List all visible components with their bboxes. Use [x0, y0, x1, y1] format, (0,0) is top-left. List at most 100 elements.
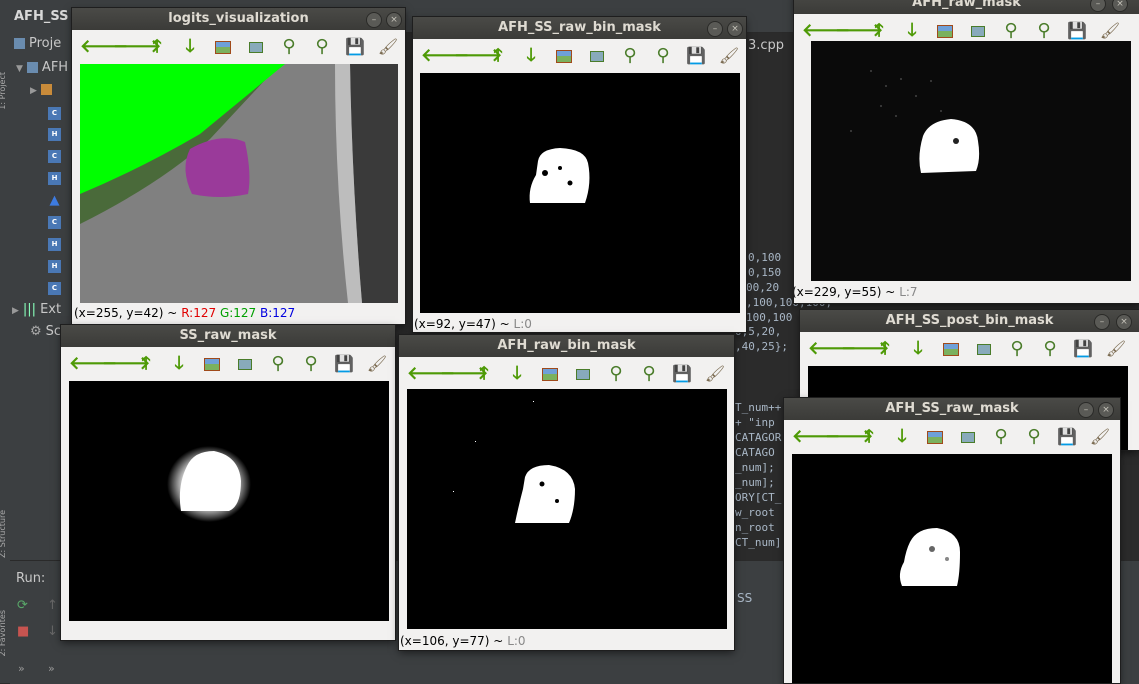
clear-icon[interactable]: 🖌 [377, 36, 399, 58]
cpp-file-icon[interactable]: C [48, 150, 61, 163]
zoom-out-icon[interactable]: ⚲ [1039, 338, 1061, 360]
zoom-in-icon[interactable]: ⚲ [990, 426, 1012, 448]
arrow-up-icon[interactable]: 🡑 [146, 36, 168, 58]
arrow-down-icon[interactable]: 🡓 [907, 338, 929, 360]
rerun-icon[interactable]: ⟳ [17, 598, 28, 613]
arrow-up-icon[interactable]: 🡑 [487, 45, 509, 67]
stop-icon[interactable]: ■ [17, 624, 29, 639]
arrow-right-icon[interactable]: 🡒 [835, 20, 883, 42]
zoom-out-icon[interactable]: ⚲ [1033, 20, 1055, 42]
arrow-right-icon[interactable]: 🡒 [454, 45, 502, 67]
save-icon[interactable]: 💾 [1066, 20, 1088, 42]
window-afh-raw-bin-mask[interactable]: AFH_raw_bin_mask 🡐 🡒 🡑 🡓 ⚲ ⚲ 💾 🖌 (x=106, y=77) … [399, 335, 734, 650]
zoom-image-icon[interactable] [249, 42, 263, 53]
arrow-right-icon[interactable]: 🡒 [102, 353, 150, 375]
save-icon[interactable]: 💾 [1056, 426, 1078, 448]
arrow-down-icon[interactable]: 🡓 [179, 36, 201, 58]
arrow-left-icon[interactable]: 🡐 [808, 338, 856, 360]
save-icon[interactable]: 💾 [344, 36, 366, 58]
image-icon[interactable] [943, 343, 959, 356]
arrow-right-icon[interactable]: 🡒 [440, 363, 488, 385]
close-button[interactable]: × [1116, 314, 1132, 330]
image-icon[interactable] [542, 368, 558, 381]
arrow-down-icon[interactable]: 🡓 [168, 353, 190, 375]
cpp-file-icon[interactable]: C [48, 107, 61, 120]
image-icon[interactable] [927, 431, 943, 444]
afh-ss-raw-mask-image[interactable] [792, 454, 1112, 683]
window-afh-ss-raw-bin-mask[interactable]: AFH_SS_raw_bin_mask – × 🡐 🡒 🡑 🡓 ⚲ ⚲ 💾 🖌 (x=92, … [413, 17, 746, 332]
window-logits-visualization[interactable]: logits_visualization – × 🡐 🡒 🡑 🡓 ⚲ ⚲ 💾 🖌 (x=255… [72, 8, 405, 324]
arrow-left-icon[interactable]: 🡐 [69, 353, 117, 375]
ss-raw-mask-image[interactable] [69, 381, 389, 621]
window-ss-raw-mask[interactable]: SS_raw_mask 🡐 🡒 🡑 🡓 ⚲ ⚲ 💾 🖌 [61, 325, 395, 640]
zoom-in-icon[interactable]: ⚲ [1006, 338, 1028, 360]
save-icon[interactable]: 💾 [685, 45, 707, 67]
zoom-out-icon[interactable]: ⚲ [300, 353, 322, 375]
image-icon[interactable] [556, 50, 572, 63]
zoom-in-icon[interactable]: ⚲ [278, 36, 300, 58]
afh-raw-bin-mask-image[interactable] [407, 389, 727, 629]
window-afh-raw-mask[interactable]: AFH_raw_mask – × 🡐 🡒 🡑 🡓 ⚲ ⚲ 💾 🖌 (x=229, y=55) … [794, 0, 1139, 303]
image-icon[interactable] [215, 41, 231, 54]
zoom-image-icon[interactable] [590, 51, 604, 62]
arrow-left-icon[interactable]: 🡐 [407, 363, 455, 385]
image-icon[interactable] [204, 358, 220, 371]
zoom-image-icon[interactable] [238, 359, 252, 370]
arrow-left-icon[interactable]: 🡐 [80, 36, 128, 58]
arrow-left-icon[interactable]: 🡐 [802, 20, 850, 42]
zoom-out-icon[interactable]: ⚲ [652, 45, 674, 67]
arrow-down-icon[interactable]: ↓ [47, 624, 58, 639]
scratches-row[interactable]: ⚙ Sc [30, 324, 61, 339]
cpp-file-icon[interactable]: C [48, 282, 61, 295]
arrow-up-icon[interactable]: 🡑 [473, 363, 495, 385]
arrow-up-icon[interactable]: 🡑 [135, 353, 157, 375]
arrow-right-icon[interactable]: 🡒 [841, 338, 889, 360]
clear-icon[interactable]: 🖌 [1099, 20, 1121, 42]
close-button[interactable]: × [727, 21, 743, 37]
arrow-down-icon[interactable]: 🡓 [520, 45, 542, 67]
subfolder-row[interactable]: ▶ [30, 82, 56, 97]
clear-icon[interactable]: 🖌 [1105, 338, 1127, 360]
zoom-image-icon[interactable] [961, 432, 975, 443]
cpp-file-icon[interactable]: C [48, 216, 61, 229]
project-panel-header[interactable]: Proje [14, 36, 61, 51]
minimize-button[interactable]: – [1094, 314, 1110, 330]
favorites-tool-tab[interactable]: 2: Favorites [0, 610, 10, 656]
image-icon[interactable] [937, 25, 953, 38]
zoom-out-icon[interactable]: ⚲ [638, 363, 660, 385]
arrow-left-icon[interactable]: 🡐 [792, 426, 840, 448]
expand-more-icon[interactable]: » [18, 662, 25, 675]
editor-file-tab[interactable]: 3.cpp [748, 38, 784, 53]
arrow-down-icon[interactable]: 🡓 [891, 426, 913, 448]
afh-raw-mask-image[interactable] [811, 41, 1131, 281]
project-root-row[interactable]: ▼ AFH [16, 60, 68, 75]
clear-icon[interactable]: 🖌 [1089, 426, 1111, 448]
save-icon[interactable]: 💾 [1072, 338, 1094, 360]
minimize-button[interactable]: – [707, 21, 723, 37]
window-afh-ss-raw-mask[interactable]: AFH_SS_raw_mask – × 🡐 🡒 🡑 🡓 ⚲ ⚲ 💾 🖌 [784, 398, 1120, 683]
project-tool-tab[interactable]: 1: Project [0, 72, 10, 110]
clear-icon[interactable]: 🖌 [704, 363, 726, 385]
arrow-left-icon[interactable]: 🡐 [421, 45, 469, 67]
zoom-image-icon[interactable] [576, 369, 590, 380]
arrow-right-icon[interactable]: 🡒 [825, 426, 873, 448]
arrow-up-icon[interactable]: ↑ [47, 598, 58, 613]
save-icon[interactable]: 💾 [671, 363, 693, 385]
header-file-icon[interactable]: H [48, 128, 61, 141]
external-libraries-row[interactable]: ▶ ||| Ext [12, 302, 61, 317]
arrow-up-icon[interactable]: 🡑 [874, 338, 896, 360]
zoom-in-icon[interactable]: ⚲ [605, 363, 627, 385]
arrow-up-icon[interactable]: 🡑 [858, 426, 880, 448]
zoom-image-icon[interactable] [971, 26, 985, 37]
zoom-in-icon[interactable]: ⚲ [619, 45, 641, 67]
zoom-in-icon[interactable]: ⚲ [1000, 20, 1022, 42]
cmake-file-icon[interactable]: ▲ [48, 194, 61, 207]
zoom-image-icon[interactable] [977, 344, 991, 355]
save-icon[interactable]: 💾 [333, 353, 355, 375]
clear-icon[interactable]: 🖌 [718, 45, 740, 67]
arrow-up-icon[interactable]: 🡑 [868, 20, 890, 42]
header-file-icon[interactable]: H [48, 238, 61, 251]
header-file-icon[interactable]: H [48, 172, 61, 185]
afh-ss-raw-bin-mask-image[interactable] [420, 73, 740, 313]
header-file-icon[interactable]: H [48, 260, 61, 273]
